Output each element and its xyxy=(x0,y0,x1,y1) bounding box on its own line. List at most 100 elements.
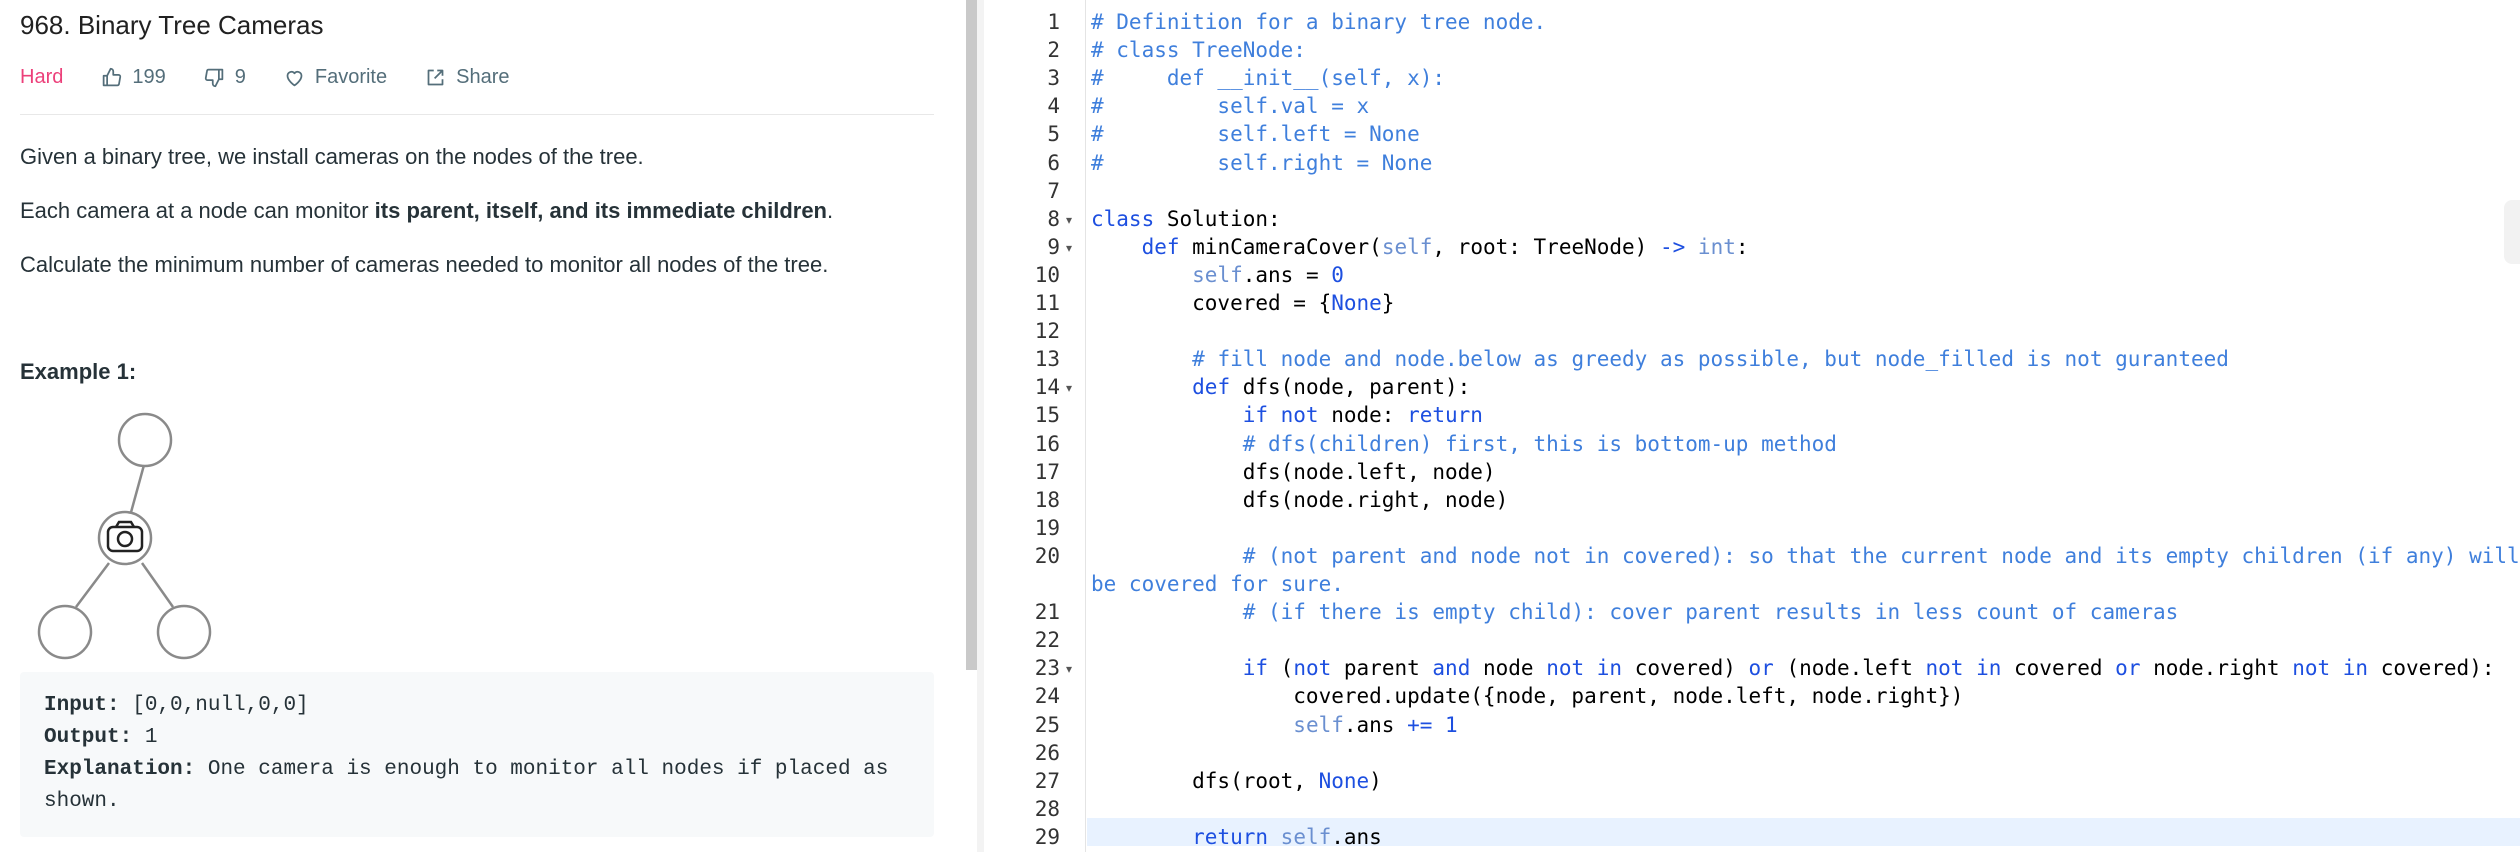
share-icon xyxy=(427,69,444,85)
code-token: 1 xyxy=(1445,712,1458,737)
code-line[interactable]: # def __init__(self, x): xyxy=(1091,64,1445,92)
code-line[interactable]: self.ans += 1 xyxy=(1091,711,1458,739)
line-number: 19 xyxy=(1034,515,1060,540)
code-token: if not xyxy=(1242,403,1319,428)
example-input-line: Input: [0,0,null,0,0] xyxy=(44,690,910,722)
code-token: or xyxy=(2115,656,2141,681)
heart-icon xyxy=(286,70,303,86)
desc2-bold-text: its parent, itself, and its immediate ch… xyxy=(374,198,827,223)
code-token: # (not parent and node not in covered): … xyxy=(1242,543,2520,568)
code-token: .ans xyxy=(1331,824,1382,849)
code-editor[interactable]: 1 2 3 4 5 6 7 8 ▾ 9 ▾ 10 11 12 13 14 ▾ 15 16 17 18 19 20 21 22 23… xyxy=(984,0,2520,852)
share-label: Share xyxy=(456,65,510,88)
code-line[interactable]: # self.val = x xyxy=(1091,92,1369,120)
line-number: 2 xyxy=(1047,38,1060,63)
problem-title: 968. Binary Tree Cameras xyxy=(20,10,324,40)
code-line[interactable]: # (if there is empty child): cover paren… xyxy=(1091,598,2179,626)
code-line[interactable]: # (not parent and node not in covered): … xyxy=(1091,542,2520,570)
fold-toggle-icon[interactable]: ▾ xyxy=(1066,233,1072,261)
fold-toggle-icon[interactable]: ▾ xyxy=(1066,654,1072,682)
difficulty-badge: Hard xyxy=(20,65,64,88)
code-line[interactable]: be covered for sure. xyxy=(1091,570,1344,598)
code-token: dfs(node.right, node) xyxy=(1091,487,1509,512)
code-line[interactable]: # Definition for a binary tree node. xyxy=(1091,8,1546,36)
code-token: # def __init__(self, x): xyxy=(1091,66,1446,91)
code-token: None xyxy=(1318,768,1370,793)
code-token: covered xyxy=(2001,656,2116,681)
code-line[interactable]: # dfs(children) first, this is bottom-up… xyxy=(1091,430,1837,458)
example-box: Input: [0,0,null,0,0] Output: 1 Explanat… xyxy=(20,672,934,837)
share-button[interactable]: Share xyxy=(425,66,509,89)
explanation-text-2: shown. xyxy=(44,790,120,813)
code-line[interactable]: dfs(node.right, node) xyxy=(1091,486,1509,514)
code-line[interactable]: covered.update({node, parent, node.left,… xyxy=(1091,682,1963,710)
problem-description-pane: 968. Binary Tree Cameras Hard 199 9 Favo… xyxy=(0,0,966,852)
code-token: # Definition for a binary tree node. xyxy=(1091,10,1547,34)
editor-side-tab[interactable] xyxy=(2504,200,2520,264)
problem-meta-bar: Hard 199 9 Favorite Share xyxy=(20,64,547,90)
code-token: node.right xyxy=(2140,656,2293,681)
code-token: # self.right = None xyxy=(1091,150,1433,175)
line-number: 14 xyxy=(1034,375,1060,400)
line-number: 5 xyxy=(1047,122,1060,147)
example-tree-diagram xyxy=(37,412,212,660)
code-line[interactable]: self.ans = 0 xyxy=(1091,261,1344,289)
line-number: 6 xyxy=(1047,150,1060,175)
line-number: 28 xyxy=(1034,796,1060,821)
line-number: 15 xyxy=(1034,403,1060,428)
code-line[interactable]: covered = {None} xyxy=(1091,289,1394,317)
tree-node-root xyxy=(117,412,173,468)
code-line[interactable]: def dfs(node, parent): xyxy=(1091,373,1470,401)
code-line[interactable]: # class TreeNode: xyxy=(1091,36,1306,64)
fold-toggle-icon[interactable]: ▾ xyxy=(1066,205,1072,233)
code-token: 0 xyxy=(1331,262,1344,287)
line-number: 24 xyxy=(1034,684,1060,709)
dislike-button[interactable]: 9 xyxy=(204,66,246,89)
line-number: 3 xyxy=(1047,66,1060,91)
desc2-end: . xyxy=(827,198,834,223)
favorite-label: Favorite xyxy=(314,65,388,88)
code-line[interactable]: if (not parent and node not in covered) … xyxy=(1091,654,2495,682)
code-token: not in xyxy=(1925,656,2002,681)
code-line[interactable]: def minCameraCover(self, root: TreeNode)… xyxy=(1091,233,1749,261)
code-area[interactable]: # Definition for a binary tree node. # cl… xyxy=(1087,0,2520,852)
code-token: node xyxy=(1470,656,1547,681)
code-token: def xyxy=(1192,375,1231,400)
code-token: # self.val = x xyxy=(1091,94,1370,119)
desc2-text: Each camera at a node can monitor xyxy=(20,198,375,223)
code-line[interactable]: dfs(root, None) xyxy=(1091,767,1382,795)
description-paragraph-1: Given a binary tree, we install cameras … xyxy=(20,144,644,169)
fold-toggle-icon[interactable]: ▾ xyxy=(1066,373,1072,401)
code-token: covered = { xyxy=(1091,291,1332,315)
code-token: class xyxy=(1091,206,1155,231)
description-paragraph-2: Each camera at a node can monitor its pa… xyxy=(20,198,833,224)
code-token: self xyxy=(1293,712,1344,737)
line-number: 18 xyxy=(1034,487,1060,512)
code-line[interactable]: dfs(node.left, node) xyxy=(1091,458,1496,486)
code-line[interactable]: # self.right = None xyxy=(1091,149,1432,177)
description-scrollbar[interactable] xyxy=(966,0,977,670)
line-number: 25 xyxy=(1034,712,1060,737)
code-token: and xyxy=(1432,656,1471,681)
code-line[interactable]: class Solution: xyxy=(1091,205,1281,233)
like-button[interactable]: 199 xyxy=(101,66,166,89)
code-token: return xyxy=(1192,824,1269,849)
code-token: # fill node and node.below as greedy as … xyxy=(1192,347,2229,372)
example-explanation: Explanation: One camera is enough to mon… xyxy=(44,754,910,818)
line-number: 7 xyxy=(1047,178,1060,203)
code-line[interactable]: # self.left = None xyxy=(1091,120,1420,148)
favorite-button[interactable]: Favorite xyxy=(284,66,387,89)
code-token: None xyxy=(1331,291,1382,315)
code-line[interactable]: if not node: return xyxy=(1091,401,1483,429)
code-line[interactable]: return self.ans xyxy=(1091,823,1382,851)
pane-splitter[interactable] xyxy=(977,0,984,852)
code-line[interactable]: # fill node and node.below as greedy as … xyxy=(1091,345,2229,373)
line-number: 16 xyxy=(1034,431,1060,456)
code-token: self xyxy=(1280,824,1332,849)
line-number: 8 xyxy=(1047,206,1060,231)
tree-node-right-leaf xyxy=(156,604,212,660)
